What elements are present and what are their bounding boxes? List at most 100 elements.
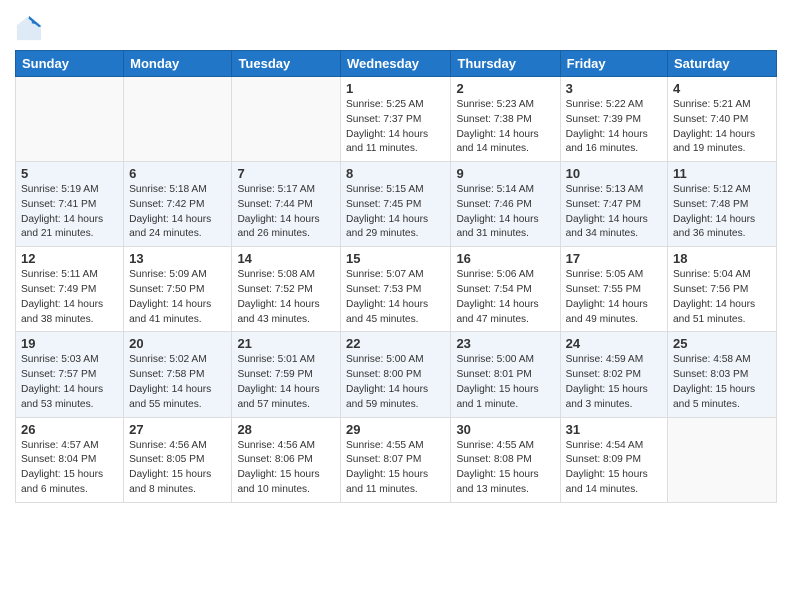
calendar-cell [668,417,777,502]
calendar-cell [124,77,232,162]
day-info: Sunrise: 5:07 AMSunset: 7:53 PMDaylight:… [346,268,445,327]
logo-icon [15,14,43,42]
day-info: Sunrise: 5:09 AMSunset: 7:50 PMDaylight:… [129,268,226,327]
day-info: Sunrise: 4:55 AMSunset: 8:07 PMDaylight:… [346,439,445,498]
day-info: Sunrise: 4:59 AMSunset: 8:02 PMDaylight:… [566,353,662,412]
day-info: Sunrise: 4:58 AMSunset: 8:03 PMDaylight:… [673,353,771,412]
day-info: Sunrise: 5:05 AMSunset: 7:55 PMDaylight:… [566,268,662,327]
day-number: 11 [673,166,771,181]
calendar-week-row: 19Sunrise: 5:03 AMSunset: 7:57 PMDayligh… [16,332,777,417]
calendar-cell: 4 Sunrise: 5:21 AMSunset: 7:40 PMDaylight… [668,77,777,162]
calendar-cell: 10Sunrise: 5:13 AMSunset: 7:47 PMDayligh… [560,162,667,247]
calendar-cell: 2 Sunrise: 5:23 AMSunset: 7:38 PMDaylight… [451,77,560,162]
day-info: Sunrise: 5:12 AMSunset: 7:48 PMDaylight:… [673,183,771,242]
day-number: 8 [346,166,445,181]
calendar-cell: 31 Sunrise: 4:54 AMSunset: 8:09 PMDayligh… [560,417,667,502]
calendar-cell: 14 Sunrise: 5:08 AMSunset: 7:52 PMDayligh… [232,247,341,332]
day-number: 7 [237,166,335,181]
day-number: 4 [673,81,771,96]
day-info: Sunrise: 5:03 AMSunset: 7:57 PMDaylight:… [21,353,118,412]
calendar-week-row: 5 Sunrise: 5:19 AMSunset: 7:41 PMDaylight… [16,162,777,247]
day-number: 1 [346,81,445,96]
calendar-cell: 15 Sunrise: 5:07 AMSunset: 7:53 PMDayligh… [341,247,451,332]
weekday-header-wednesday: Wednesday [341,51,451,77]
day-info: Sunrise: 4:55 AMSunset: 8:08 PMDaylight:… [456,439,554,498]
day-number: 2 [456,81,554,96]
calendar-cell: 3 Sunrise: 5:22 AMSunset: 7:39 PMDaylight… [560,77,667,162]
weekday-header-saturday: Saturday [668,51,777,77]
day-info: Sunrise: 5:06 AMSunset: 7:54 PMDaylight:… [456,268,554,327]
calendar-cell: 19Sunrise: 5:03 AMSunset: 7:57 PMDayligh… [16,332,124,417]
day-info: Sunrise: 5:01 AMSunset: 7:59 PMDaylight:… [237,353,335,412]
day-info: Sunrise: 4:54 AMSunset: 8:09 PMDaylight:… [566,439,662,498]
page: SundayMondayTuesdayWednesdayThursdayFrid… [0,0,792,518]
calendar-week-row: 12 Sunrise: 5:11 AMSunset: 7:49 PMDayligh… [16,247,777,332]
calendar-cell: 23 Sunrise: 5:00 AMSunset: 8:01 PMDayligh… [451,332,560,417]
weekday-header-thursday: Thursday [451,51,560,77]
calendar-cell: 29 Sunrise: 4:55 AMSunset: 8:07 PMDayligh… [341,417,451,502]
day-number: 12 [21,251,118,266]
day-number: 16 [456,251,554,266]
day-number: 9 [456,166,554,181]
day-info: Sunrise: 4:56 AMSunset: 8:05 PMDaylight:… [129,439,226,498]
day-number: 20 [129,336,226,351]
day-number: 6 [129,166,226,181]
weekday-header-sunday: Sunday [16,51,124,77]
weekday-header-friday: Friday [560,51,667,77]
day-number: 17 [566,251,662,266]
calendar-week-row: 26 Sunrise: 4:57 AMSunset: 8:04 PMDayligh… [16,417,777,502]
calendar-cell: 12 Sunrise: 5:11 AMSunset: 7:49 PMDayligh… [16,247,124,332]
calendar-cell: 18Sunrise: 5:04 AMSunset: 7:56 PMDayligh… [668,247,777,332]
day-number: 3 [566,81,662,96]
day-info: Sunrise: 5:23 AMSunset: 7:38 PMDaylight:… [456,98,554,157]
calendar-cell: 5 Sunrise: 5:19 AMSunset: 7:41 PMDaylight… [16,162,124,247]
calendar-cell: 9 Sunrise: 5:14 AMSunset: 7:46 PMDaylight… [451,162,560,247]
weekday-header-monday: Monday [124,51,232,77]
day-number: 21 [237,336,335,351]
day-info: Sunrise: 5:22 AMSunset: 7:39 PMDaylight:… [566,98,662,157]
day-number: 13 [129,251,226,266]
calendar-cell: 8Sunrise: 5:15 AMSunset: 7:45 PMDaylight… [341,162,451,247]
day-info: Sunrise: 5:19 AMSunset: 7:41 PMDaylight:… [21,183,118,242]
calendar-cell: 27Sunrise: 4:56 AMSunset: 8:05 PMDayligh… [124,417,232,502]
header [15,10,777,42]
weekday-header-tuesday: Tuesday [232,51,341,77]
day-number: 23 [456,336,554,351]
day-info: Sunrise: 5:13 AMSunset: 7:47 PMDaylight:… [566,183,662,242]
day-info: Sunrise: 5:21 AMSunset: 7:40 PMDaylight:… [673,98,771,157]
day-number: 31 [566,422,662,437]
calendar-cell [16,77,124,162]
calendar-cell: 11 Sunrise: 5:12 AMSunset: 7:48 PMDayligh… [668,162,777,247]
calendar-cell [232,77,341,162]
day-number: 14 [237,251,335,266]
calendar-header-row: SundayMondayTuesdayWednesdayThursdayFrid… [16,51,777,77]
day-info: Sunrise: 5:00 AMSunset: 8:01 PMDaylight:… [456,353,554,412]
day-info: Sunrise: 5:04 AMSunset: 7:56 PMDaylight:… [673,268,771,327]
calendar-cell: 25 Sunrise: 4:58 AMSunset: 8:03 PMDayligh… [668,332,777,417]
day-info: Sunrise: 5:00 AMSunset: 8:00 PMDaylight:… [346,353,445,412]
day-info: Sunrise: 5:17 AMSunset: 7:44 PMDaylight:… [237,183,335,242]
day-number: 30 [456,422,554,437]
day-info: Sunrise: 5:14 AMSunset: 7:46 PMDaylight:… [456,183,554,242]
day-info: Sunrise: 5:08 AMSunset: 7:52 PMDaylight:… [237,268,335,327]
calendar-cell: 28Sunrise: 4:56 AMSunset: 8:06 PMDayligh… [232,417,341,502]
day-info: Sunrise: 5:11 AMSunset: 7:49 PMDaylight:… [21,268,118,327]
day-number: 22 [346,336,445,351]
day-info: Sunrise: 5:18 AMSunset: 7:42 PMDaylight:… [129,183,226,242]
calendar-cell: 17 Sunrise: 5:05 AMSunset: 7:55 PMDayligh… [560,247,667,332]
day-number: 29 [346,422,445,437]
calendar-cell: 1Sunrise: 5:25 AMSunset: 7:37 PMDaylight… [341,77,451,162]
calendar-week-row: 1Sunrise: 5:25 AMSunset: 7:37 PMDaylight… [16,77,777,162]
calendar-cell: 26 Sunrise: 4:57 AMSunset: 8:04 PMDayligh… [16,417,124,502]
calendar-cell: 22 Sunrise: 5:00 AMSunset: 8:00 PMDayligh… [341,332,451,417]
day-info: Sunrise: 4:57 AMSunset: 8:04 PMDaylight:… [21,439,118,498]
logo [15,14,45,42]
day-number: 15 [346,251,445,266]
calendar-cell: 16 Sunrise: 5:06 AMSunset: 7:54 PMDayligh… [451,247,560,332]
calendar-cell: 13 Sunrise: 5:09 AMSunset: 7:50 PMDayligh… [124,247,232,332]
day-number: 28 [237,422,335,437]
day-number: 25 [673,336,771,351]
day-number: 5 [21,166,118,181]
day-number: 26 [21,422,118,437]
day-info: Sunrise: 5:02 AMSunset: 7:58 PMDaylight:… [129,353,226,412]
